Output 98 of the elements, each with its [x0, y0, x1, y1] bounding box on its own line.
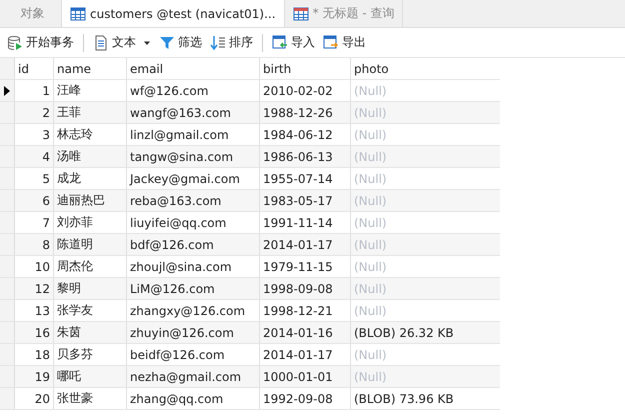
email-cell: tangw@sina.com	[127, 146, 260, 167]
photo-cell-text: (Null)	[353, 346, 388, 364]
id-cell: 19	[15, 366, 54, 387]
birth-cell: 1000-01-01	[260, 366, 351, 387]
import-icon	[272, 34, 288, 50]
id-cell: 2	[15, 102, 54, 123]
table-icon	[70, 6, 86, 22]
email-cell: zhoujl@sina.com	[127, 256, 260, 277]
column-header[interactable]: id	[15, 58, 54, 79]
toolbar-button[interactable]: 筛选	[156, 32, 205, 53]
name-cell: 周杰伦	[54, 256, 127, 277]
id-cell: 16	[15, 322, 54, 343]
id-cell: 20	[15, 388, 54, 409]
id-cell: 5	[15, 168, 54, 189]
birth-cell: 1986-06-13	[260, 146, 351, 167]
name-cell: 汪峰	[54, 80, 127, 101]
name-cell: 成龙	[54, 168, 127, 189]
id-cell: 13	[15, 300, 54, 321]
email-cell: wf@126.com	[127, 80, 260, 101]
email-cell: zhang@qq.com	[127, 388, 260, 409]
birth-cell: 2014-01-16	[260, 322, 351, 343]
name-cell: 林志玲	[54, 124, 127, 145]
birth-cell: 1979-11-15	[260, 256, 351, 277]
birth-cell: 2014-01-17	[260, 234, 351, 255]
toolbar-button[interactable]: 文本	[90, 32, 154, 53]
name-cell: 张学友	[54, 300, 127, 321]
photo-cell-text: (Null)	[353, 148, 388, 166]
name-cell: 王菲	[54, 102, 127, 123]
birth-cell: 1983-05-17	[260, 190, 351, 211]
toolbar-button[interactable]: 开始事务	[4, 32, 77, 53]
birth-cell: 1988-12-26	[260, 102, 351, 123]
sort-icon	[210, 34, 226, 50]
photo-cell-text: (Null)	[353, 236, 388, 254]
photo-cell-text: (Null)	[353, 126, 388, 144]
id-cell: 10	[15, 256, 54, 277]
id-cell: 6	[15, 190, 54, 211]
birth-cell: 1955-07-14	[260, 168, 351, 189]
filter-icon	[159, 34, 175, 50]
id-cell: 3	[15, 124, 54, 145]
toolbar-button[interactable]: 导出	[320, 32, 369, 53]
name-cell: 迪丽热巴	[54, 190, 127, 211]
name-cell: 张世豪	[54, 388, 127, 409]
id-cell: 7	[15, 212, 54, 233]
id-cell: 1	[15, 80, 54, 101]
row-pointer-icon	[4, 86, 10, 96]
email-cell: LiM@126.com	[127, 278, 260, 299]
id-cell: 4	[15, 146, 54, 167]
birth-cell: 2014-01-17	[260, 344, 351, 365]
name-cell: 哪吒	[54, 366, 127, 387]
email-cell: bdf@126.com	[127, 234, 260, 255]
name-cell: 朱茵	[54, 322, 127, 343]
name-cell: 刘亦菲	[54, 212, 127, 233]
birth-cell: 1998-12-21	[260, 300, 351, 321]
birth-cell: 1992-09-08	[260, 388, 351, 409]
email-cell: liuyifei@qq.com	[127, 212, 260, 233]
id-cell: 12	[15, 278, 54, 299]
birth-cell: 1998-09-08	[260, 278, 351, 299]
photo-cell-text: (Null)	[353, 104, 388, 122]
email-cell: wangf@163.com	[127, 102, 260, 123]
email-cell: zhangxy@126.com	[127, 300, 260, 321]
column-header[interactable]: birth	[260, 58, 351, 79]
photo-cell-text: (Null)	[353, 214, 388, 232]
birth-cell: 2010-02-02	[260, 80, 351, 101]
tab[interactable]: customers @test (navicat01)...	[62, 0, 285, 27]
photo-cell-text: (Null)	[353, 170, 388, 188]
name-cell: 贝多芬	[54, 344, 127, 365]
photo-cell-text: (Null)	[353, 192, 388, 210]
toolbar-button[interactable]: 排序	[207, 32, 256, 53]
email-cell: zhuyin@126.com	[127, 322, 260, 343]
toolbar-button[interactable]: 导入	[269, 32, 318, 53]
photo-cell-text: (Null)	[353, 280, 388, 298]
document-icon	[93, 34, 109, 50]
email-cell: beidf@126.com	[127, 344, 260, 365]
column-header[interactable]: email	[127, 58, 260, 79]
photo-cell-text: (Null)	[353, 302, 388, 320]
export-icon	[323, 34, 339, 50]
email-cell: linzl@gmail.com	[127, 124, 260, 145]
name-cell: 汤唯	[54, 146, 127, 167]
database-icon	[7, 34, 23, 50]
column-header[interactable]: name	[54, 58, 127, 79]
id-cell: 18	[15, 344, 54, 365]
email-cell: Jackey@gmai.com	[127, 168, 260, 189]
caret-icon	[143, 38, 151, 46]
photo-cell-text: (BLOB) 26.32 KB	[353, 324, 455, 342]
photo-cell-text: (Null)	[353, 258, 388, 276]
photo-cell-text: (Null)	[353, 82, 388, 100]
row-header[interactable]	[0, 80, 15, 101]
photo-cell-text: (Null)	[353, 368, 388, 386]
birth-cell: 1991-11-14	[260, 212, 351, 233]
birth-cell: 1984-06-12	[260, 124, 351, 145]
table-icon	[292, 6, 309, 22]
id-cell: 8	[15, 234, 54, 255]
email-cell: reba@163.com	[127, 190, 260, 211]
email-cell: nezha@gmail.com	[127, 366, 260, 387]
name-cell: 黎明	[54, 278, 127, 299]
photo-cell-text: (BLOB) 73.96 KB	[353, 390, 455, 408]
name-cell: 陈道明	[54, 234, 127, 255]
column-header[interactable]: photo	[351, 58, 470, 79]
